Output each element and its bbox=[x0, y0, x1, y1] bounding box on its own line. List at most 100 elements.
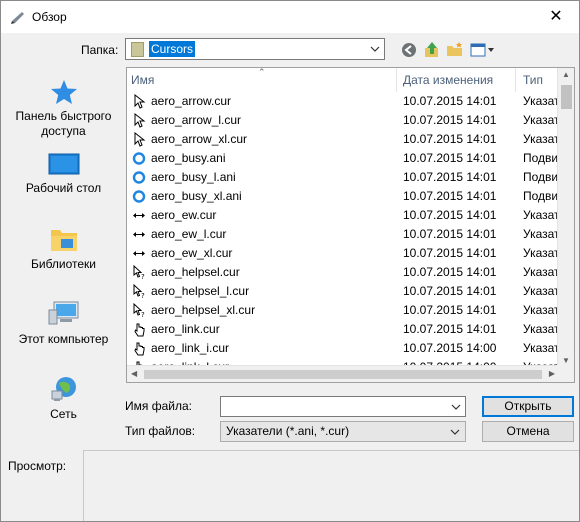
lookin-combo[interactable]: Cursors bbox=[125, 38, 385, 60]
new-folder-icon[interactable] bbox=[445, 40, 465, 60]
file-type: Указат bbox=[523, 227, 560, 241]
place-desktop[interactable]: Рабочий стол bbox=[1, 153, 126, 196]
close-button[interactable]: ✕ bbox=[533, 1, 579, 32]
vertical-scroll-thumb[interactable] bbox=[561, 85, 572, 109]
filename-input[interactable] bbox=[220, 396, 466, 417]
chevron-down-icon[interactable] bbox=[451, 402, 461, 412]
file-name: aero_busy_xl.ani bbox=[151, 189, 242, 203]
ew-cursor-icon bbox=[132, 227, 146, 242]
hand-cursor-icon bbox=[132, 322, 146, 337]
file-name: aero_ew_l.cur bbox=[151, 227, 227, 241]
file-row[interactable]: aero_busy.ani 10.07.2015 14:01 Подви bbox=[127, 149, 559, 168]
scroll-up-icon[interactable]: ▲ bbox=[562, 70, 570, 79]
filetype-select[interactable]: Указатели (*.ani, *.cur) bbox=[220, 421, 466, 442]
file-date: 10.07.2015 14:01 bbox=[403, 303, 497, 317]
chevron-down-icon bbox=[370, 46, 380, 52]
place-network[interactable]: Сеть bbox=[1, 375, 126, 422]
arrow-cursor-icon bbox=[132, 131, 146, 147]
help-cursor-icon: ? bbox=[132, 302, 146, 319]
place-libraries[interactable]: Библиотеки bbox=[1, 225, 126, 272]
file-type: Указат bbox=[523, 265, 560, 279]
place-quick-access[interactable]: Панель быстрого доступа bbox=[1, 79, 126, 139]
chevron-down-icon bbox=[450, 429, 460, 435]
preview-pane bbox=[83, 450, 579, 521]
file-type: Указат bbox=[523, 341, 560, 355]
scroll-left-icon[interactable]: ◀ bbox=[131, 369, 137, 378]
network-icon bbox=[51, 377, 76, 401]
file-name: aero_busy_l.ani bbox=[151, 170, 236, 184]
ew-cursor-icon bbox=[132, 208, 146, 223]
view-menu-icon[interactable] bbox=[469, 40, 495, 60]
file-type: Указат bbox=[523, 303, 560, 317]
column-header-name[interactable]: Имя bbox=[131, 68, 154, 92]
star-icon bbox=[50, 80, 77, 104]
horizontal-scrollbar[interactable]: ◀ ▶ bbox=[127, 365, 559, 382]
file-name: aero_helpsel_xl.cur bbox=[151, 303, 256, 317]
scroll-down-icon[interactable]: ▼ bbox=[562, 356, 570, 365]
file-type: Указат bbox=[523, 132, 560, 146]
column-divider[interactable] bbox=[396, 68, 397, 92]
file-row[interactable]: ? aero_helpsel_l.cur 10.07.2015 14:01 Указа… bbox=[127, 282, 560, 301]
filetype-label: Тип файлов: bbox=[125, 424, 196, 438]
folder-icon bbox=[131, 42, 144, 57]
file-row[interactable]: aero_arrow_l.cur 10.07.2015 14:01 Указат bbox=[127, 111, 560, 130]
filename-label: Имя файла: bbox=[125, 399, 192, 413]
file-list[interactable]: Имя ⌃ Дата изменения Тип aero_arrow.cur 1… bbox=[126, 67, 575, 383]
filetype-value: Указатели (*.ani, *.cur) bbox=[226, 424, 350, 438]
vertical-scrollbar[interactable]: ▲ ▼ bbox=[557, 68, 574, 367]
libraries-icon bbox=[50, 230, 77, 251]
file-date: 10.07.2015 14:01 bbox=[403, 246, 497, 260]
file-name: aero_helpsel_l.cur bbox=[151, 284, 250, 298]
file-row[interactable]: ? aero_helpsel_xl.cur 10.07.2015 14:01 Указ… bbox=[127, 301, 560, 320]
busy-cursor-icon bbox=[132, 170, 146, 185]
sort-ascending-icon: ⌃ bbox=[258, 67, 266, 77]
file-type: Подви bbox=[523, 170, 559, 184]
place-this-pc[interactable]: Этот компьютер bbox=[1, 300, 126, 347]
file-type: Указат bbox=[523, 322, 560, 336]
horizontal-scroll-thumb[interactable] bbox=[144, 370, 542, 379]
place-label: Сеть bbox=[50, 407, 77, 421]
file-date: 10.07.2015 14:01 bbox=[403, 265, 497, 279]
file-row[interactable]: aero_ew_l.cur 10.07.2015 14:01 Указат bbox=[127, 225, 560, 244]
lookin-value: Cursors bbox=[149, 41, 196, 57]
place-label: Панель быстрого доступа bbox=[15, 109, 112, 138]
preview-label: Просмотр: bbox=[8, 459, 67, 473]
file-row[interactable]: aero_arrow.cur 10.07.2015 14:01 Указат bbox=[127, 92, 560, 111]
close-icon: ✕ bbox=[549, 8, 563, 25]
up-folder-icon[interactable] bbox=[422, 40, 442, 60]
file-date: 10.07.2015 14:01 bbox=[403, 151, 497, 165]
busy-cursor-icon bbox=[132, 189, 146, 204]
file-rows: aero_arrow.cur 10.07.2015 14:01 Указат aero… bbox=[127, 92, 560, 377]
file-date: 10.07.2015 14:01 bbox=[403, 189, 497, 203]
file-row[interactable]: aero_ew.cur 10.07.2015 14:01 Указат bbox=[127, 206, 560, 225]
window-title: Обзор bbox=[32, 10, 67, 24]
scroll-right-icon[interactable]: ▶ bbox=[549, 369, 555, 378]
arrow-cursor-icon bbox=[132, 93, 146, 109]
file-row[interactable]: ? aero_helpsel.cur 10.07.2015 14:01 Указат bbox=[127, 263, 560, 282]
place-label: Этот компьютер bbox=[18, 332, 109, 346]
file-row[interactable]: aero_link_i.cur 10.07.2015 14:00 Указат bbox=[127, 339, 560, 358]
cancel-button[interactable]: Отмена bbox=[482, 421, 574, 442]
file-row[interactable]: aero_busy_l.ani 10.07.2015 14:01 Подви bbox=[127, 168, 559, 187]
file-row[interactable]: aero_ew_xl.cur 10.07.2015 14:01 Указат bbox=[127, 244, 560, 263]
file-row[interactable]: aero_arrow_xl.cur 10.07.2015 14:01 Указат bbox=[127, 130, 560, 149]
open-dialog: Обзор ✕ Папка: Cursors Панель быстрого д… bbox=[0, 0, 580, 522]
svg-text:?: ? bbox=[141, 273, 145, 280]
title-bar[interactable]: Обзор ✕ bbox=[1, 1, 579, 33]
file-type: Подви bbox=[523, 189, 559, 203]
file-row[interactable]: aero_busy_xl.ani 10.07.2015 14:01 Подви bbox=[127, 187, 559, 206]
file-date: 10.07.2015 14:01 bbox=[403, 170, 497, 184]
column-divider[interactable] bbox=[515, 68, 516, 92]
file-type: Указат bbox=[523, 208, 560, 222]
file-name: aero_helpsel.cur bbox=[151, 265, 240, 279]
busy-cursor-icon bbox=[132, 151, 146, 166]
column-header-type[interactable]: Тип bbox=[523, 68, 543, 92]
file-date: 10.07.2015 14:01 bbox=[403, 94, 497, 108]
file-name: aero_ew_xl.cur bbox=[151, 246, 233, 260]
desktop-icon bbox=[48, 153, 79, 175]
file-name: aero_link_i.cur bbox=[151, 341, 230, 355]
column-header-date[interactable]: Дата изменения bbox=[403, 68, 493, 92]
open-button[interactable]: Открыть bbox=[482, 396, 574, 417]
back-icon[interactable] bbox=[399, 40, 419, 60]
file-row[interactable]: aero_link.cur 10.07.2015 14:01 Указат bbox=[127, 320, 560, 339]
